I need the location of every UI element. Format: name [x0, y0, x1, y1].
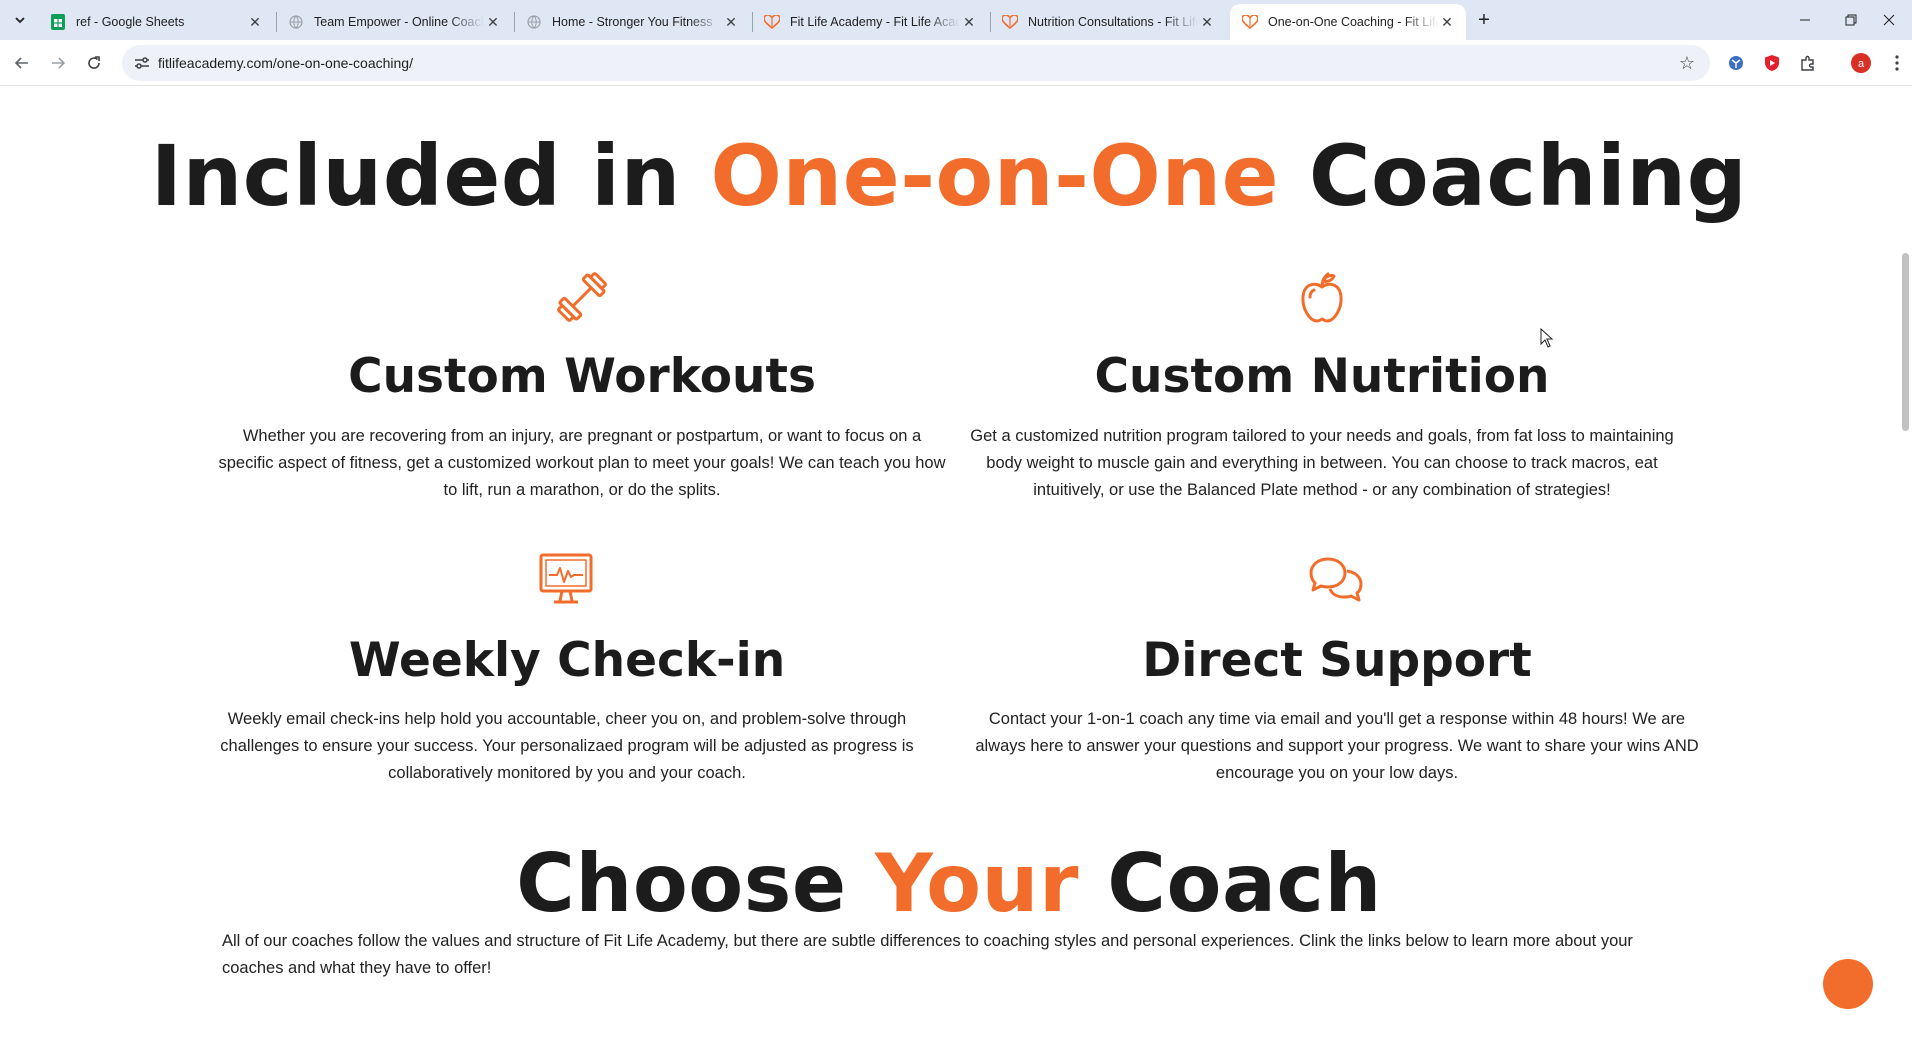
sheets-icon — [50, 14, 66, 30]
page-scrollbar[interactable] — [1898, 87, 1912, 1040]
globe-icon — [526, 14, 542, 30]
heading-text: Included in — [150, 127, 711, 225]
close-tab-icon[interactable]: ✕ — [484, 13, 502, 31]
feature-text-custom-workouts: Whether you are recovering from an injur… — [218, 427, 946, 499]
reload-icon[interactable] — [80, 49, 108, 77]
web-page: Included in One-on-One Coaching Custom W… — [0, 87, 1898, 1040]
back-icon[interactable] — [8, 49, 36, 77]
site-settings-icon[interactable] — [132, 53, 152, 73]
fitlife-heart-icon — [1242, 14, 1258, 30]
tab-search-chevron-icon[interactable] — [8, 8, 32, 32]
tab-nutrition-consultations[interactable]: Nutrition Consultations - Fit Life Acade… — [990, 4, 1226, 40]
coach-intro-text: All of our coaches follow the values and… — [222, 932, 1633, 977]
tab-stronger-you-fitness[interactable]: Home - Stronger You Fitness ✕ — [514, 4, 750, 40]
feature-text-custom-nutrition: Get a customized nutrition program tailo… — [970, 427, 1674, 499]
heading-text: Coach — [1078, 837, 1382, 930]
tab-title: Team Empower - Online Coaching — [314, 15, 484, 29]
scrollbar-thumb[interactable] — [1902, 253, 1909, 431]
mouse-cursor-icon — [1540, 327, 1554, 348]
choose-coach-heading: Choose Your Coach — [0, 837, 1898, 930]
heading-highlight: One-on-One — [710, 127, 1280, 225]
globe-icon — [288, 14, 304, 30]
included-heading: Included in One-on-One Coaching — [0, 127, 1898, 225]
new-tab-button[interactable]: + — [1472, 8, 1496, 32]
browser-menu-icon[interactable] — [1886, 52, 1908, 74]
heading-text: Choose — [516, 837, 875, 930]
extension-globe-icon[interactable] — [1725, 52, 1747, 74]
browser-toolbar: fitlifeacademy.com/one-on-one-coaching/ … — [0, 40, 1912, 86]
url-text[interactable]: fitlifeacademy.com/one-on-one-coaching/ — [158, 55, 413, 71]
fitlife-heart-icon — [764, 14, 780, 30]
tab-one-on-one-coaching[interactable]: One-on-One Coaching - Fit Life Academy ✕ — [1230, 4, 1466, 40]
tab-team-empower[interactable]: Team Empower - Online Coaching ✕ — [276, 4, 512, 40]
extensions-puzzle-icon[interactable] — [1797, 52, 1819, 74]
close-tab-icon[interactable]: ✕ — [960, 13, 978, 31]
tab-title: ref - Google Sheets — [76, 15, 185, 29]
tab-fit-life-academy-home[interactable]: Fit Life Academy - Fit Life Academy ✕ — [752, 4, 988, 40]
profile-initial: a — [1858, 58, 1865, 70]
dumbbell-icon — [552, 267, 612, 327]
heading-highlight: Your — [874, 837, 1079, 930]
monitor-heartbeat-icon — [536, 549, 596, 609]
forward-icon[interactable] — [44, 49, 72, 77]
close-window-icon[interactable] — [1866, 0, 1912, 40]
feature-title-custom-workouts: Custom Workouts — [348, 349, 816, 404]
feature-text-weekly-check-in: Weekly email check-ins help hold you acc… — [220, 710, 914, 782]
apple-icon — [1292, 267, 1352, 327]
tab-ref-google-sheets[interactable]: ref - Google Sheets ✕ — [38, 4, 274, 40]
close-tab-icon[interactable]: ✕ — [246, 13, 264, 31]
close-tab-icon[interactable]: ✕ — [1198, 13, 1216, 31]
tab-title: One-on-One Coaching - Fit Life Academy — [1268, 15, 1438, 29]
fitlife-heart-icon — [1002, 14, 1018, 30]
browser-tab-bar: ref - Google Sheets ✕ Team Empower - Onl… — [0, 0, 1912, 40]
close-tab-icon[interactable]: ✕ — [722, 13, 740, 31]
heading-text: Coaching — [1279, 127, 1748, 225]
bookmark-star-icon[interactable]: ☆ — [1676, 52, 1698, 74]
tab-title: Fit Life Academy - Fit Life Academy — [790, 15, 960, 29]
profile-avatar[interactable]: a — [1850, 52, 1872, 74]
extension-shield-icon[interactable] — [1761, 52, 1783, 74]
close-tab-icon[interactable]: ✕ — [1438, 13, 1456, 31]
chat-widget-button[interactable] — [1823, 959, 1873, 1009]
chat-bubbles-icon — [1306, 549, 1366, 609]
feature-text-direct-support: Contact your 1-on-1 coach any time via e… — [975, 710, 1699, 782]
address-bar[interactable]: fitlifeacademy.com/one-on-one-coaching/ … — [122, 45, 1710, 81]
feature-title-custom-nutrition: Custom Nutrition — [1094, 349, 1550, 404]
feature-title-direct-support: Direct Support — [1142, 633, 1532, 688]
minimize-icon[interactable] — [1782, 0, 1828, 40]
tab-title: Home - Stronger You Fitness — [552, 15, 713, 29]
feature-title-weekly-check-in: Weekly Check-in — [348, 633, 786, 688]
tab-title: Nutrition Consultations - Fit Life Acade… — [1028, 15, 1198, 29]
